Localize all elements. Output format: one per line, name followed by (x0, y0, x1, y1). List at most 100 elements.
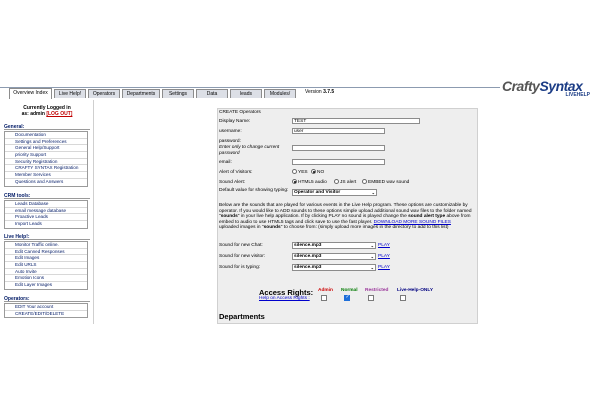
sidebar-item-create-edit-delete[interactable]: CREATE/EDIT/DELETE (5, 311, 87, 318)
sidebar-item-security-registration[interactable]: Security Registration (5, 159, 87, 166)
email-input[interactable] (292, 159, 385, 165)
sidebar-item-general-help[interactable]: General Help/Support (5, 145, 87, 153)
logged-in-user: as: admin (21, 111, 45, 117)
tab-data[interactable]: Data (196, 89, 228, 98)
sidebar-item-edit-account[interactable]: EDIT Your account (5, 304, 87, 311)
play-visitor-sound-link[interactable]: PLAY (378, 254, 390, 259)
display-name-input[interactable]: TEST (292, 118, 420, 124)
sound-embed-option[interactable]: EMBED wav sound (362, 179, 409, 186)
alert-visitors-label: Alert of Visitors: (219, 170, 253, 175)
play-chat-sound-link[interactable]: PLAY (378, 243, 390, 248)
sidebar-item-auto-invite[interactable]: Auto Invite (5, 269, 87, 276)
tab-operators[interactable]: Operators (88, 89, 120, 98)
crafty-syntax-logo[interactable]: CraftySyntax LIVEHELP (502, 78, 600, 100)
sound-visitor-value: silence.mp3 (294, 254, 322, 259)
desc-bold-3: sounds (263, 225, 281, 231)
sidebar-item-member-services[interactable]: Member Services (5, 172, 87, 179)
sound-alert-label: Sound Alert: (219, 180, 246, 185)
logged-in-line2-wrap: as: admin [LOG OUT] (4, 111, 90, 117)
sidebar-item-emotion-icons[interactable]: Emotion Icons (5, 275, 87, 283)
sidebar-item-documentation[interactable]: Documentation (5, 132, 87, 139)
logged-in-info: Currently Logged in as: admin [LOG OUT] (4, 105, 90, 117)
sidebar-item-edit-urls[interactable]: Edit URLS (5, 262, 87, 269)
access-normal-checkbox[interactable] (344, 294, 350, 301)
play-typing-sound-link[interactable]: PLAY (378, 265, 390, 270)
sidebar-item-questions-answers[interactable]: Questions and Answers (5, 179, 87, 186)
sound-html5-label: HTML5 audio (298, 179, 327, 185)
sidebar-item-leads-database[interactable]: Leads Database (5, 201, 87, 208)
sidebar-item-email-database[interactable]: email message database (5, 208, 87, 215)
sound-html5-option[interactable]: HTML5 audio (292, 179, 327, 186)
version-label: Version (305, 89, 322, 95)
access-col-live-help-only: Live-Help-ONLY (397, 288, 434, 293)
access-rights-help-link[interactable]: Help on Access Rights : (259, 296, 310, 301)
sound-chat-label: Sound for new Chat: (219, 243, 263, 248)
alert-no-radio[interactable] (311, 169, 316, 174)
sound-embed-radio[interactable] (362, 179, 367, 184)
logout-link[interactable]: [LOG OUT] (46, 111, 72, 117)
logo-subtitle: LIVEHELP (565, 92, 590, 98)
version-number: 3.7.5 (323, 89, 335, 95)
alert-yes-radio[interactable] (292, 169, 297, 174)
sound-js-label: JS alert (340, 179, 357, 185)
access-restricted-checkbox[interactable] (368, 295, 374, 301)
desc-text-2: " in your live help application. If by c… (237, 214, 409, 220)
username-input[interactable]: user (292, 128, 385, 134)
sidebar-menu-live-help: Monitor Traffic online. Edit Canned Resp… (4, 241, 88, 290)
sound-chat-value: silence.mp3 (294, 243, 322, 248)
sound-html5-radio[interactable] (292, 179, 297, 184)
sound-visitor-select[interactable]: silence.mp3 ⌄ (292, 253, 376, 260)
tab-departments[interactable]: Departments (122, 89, 160, 98)
sidebar-item-import-leads[interactable]: Import Leads (5, 221, 87, 228)
desc-bold-2: sound alert type (408, 214, 446, 220)
email-label: email: (219, 160, 232, 165)
tab-live-help[interactable]: Live Help! (54, 89, 86, 98)
sound-typing-label: Sound for is typing: (219, 265, 261, 270)
default-typing-select[interactable]: Operator and Visitor ⌄ (292, 189, 377, 196)
sidebar-section-crm: CRM tools: (4, 193, 90, 199)
access-col-admin: Admin (318, 288, 333, 293)
sound-description: Below are the sounds that are played for… (219, 203, 475, 231)
sidebar-divider (93, 100, 94, 324)
sidebar-menu-operators: EDIT Your account CREATE/EDIT/DELETE (4, 303, 88, 319)
sidebar-item-priority-support[interactable]: priority Support (5, 152, 87, 159)
chevron-down-icon: ⌄ (371, 190, 375, 195)
access-admin-checkbox[interactable] (321, 295, 327, 301)
sidebar-section-live-help: Live Help!: (4, 234, 90, 240)
alert-no-label: NO (317, 169, 325, 175)
chevron-down-icon: ⌄ (370, 243, 374, 248)
sidebar-item-layer-images[interactable]: Edit Layer Images (5, 282, 87, 289)
sidebar-item-monitor-traffic[interactable]: Monitor Traffic online. (5, 242, 87, 249)
sidebar-item-canned-responses[interactable]: Edit Canned Responses (5, 249, 87, 256)
desc-text-4: uploaded images in " (219, 225, 264, 231)
sidebar-section-general: General: (4, 124, 90, 130)
logo-crafty: Crafty (502, 78, 540, 94)
sidebar-item-crafty-registration[interactable]: CRAFTY SYNTAX Registration (5, 165, 87, 173)
desc-text-5: " to choose from: (simply upload more im… (280, 225, 449, 231)
sidebar-menu-crm: Leads Database email message database Pr… (4, 200, 88, 229)
alert-yes-option[interactable]: YES (292, 169, 308, 176)
password-hint: Enter only to change current password (219, 145, 280, 156)
sound-visitor-label: Sound for new visitor: (219, 254, 266, 259)
tab-settings[interactable]: Settings (162, 89, 194, 98)
access-live-help-only-checkbox[interactable] (400, 295, 406, 301)
alert-no-option[interactable]: NO (311, 169, 324, 176)
sound-typing-select[interactable]: silence.mp3 ⌄ (292, 264, 376, 271)
departments-title: Departments (219, 312, 265, 321)
username-label: username: (219, 129, 242, 134)
sidebar-item-proactive-leads[interactable]: Proactive Leads (5, 214, 87, 222)
tab-modules[interactable]: Modules/ (264, 89, 296, 98)
tab-overview-index[interactable]: Overview Index (9, 88, 52, 99)
password-input[interactable] (292, 145, 385, 151)
sound-js-option[interactable]: JS alert (334, 179, 356, 186)
sound-js-radio[interactable] (334, 179, 339, 184)
tab-leads[interactable]: leads (230, 89, 262, 98)
sound-chat-select[interactable]: silence.mp3 ⌄ (292, 242, 376, 249)
version-info: Version 3.7.5 (305, 89, 334, 95)
default-typing-value: Operator and Visitor (294, 190, 341, 195)
sidebar-item-settings-preferences[interactable]: Settings and Preferences (5, 139, 87, 146)
default-typing-label: Default value for showing typing: (219, 188, 289, 193)
sound-embed-label: EMBED wav sound (368, 179, 410, 185)
access-col-restricted: Restricted (365, 288, 389, 293)
sidebar-item-edit-images[interactable]: Edit Images (5, 255, 87, 263)
